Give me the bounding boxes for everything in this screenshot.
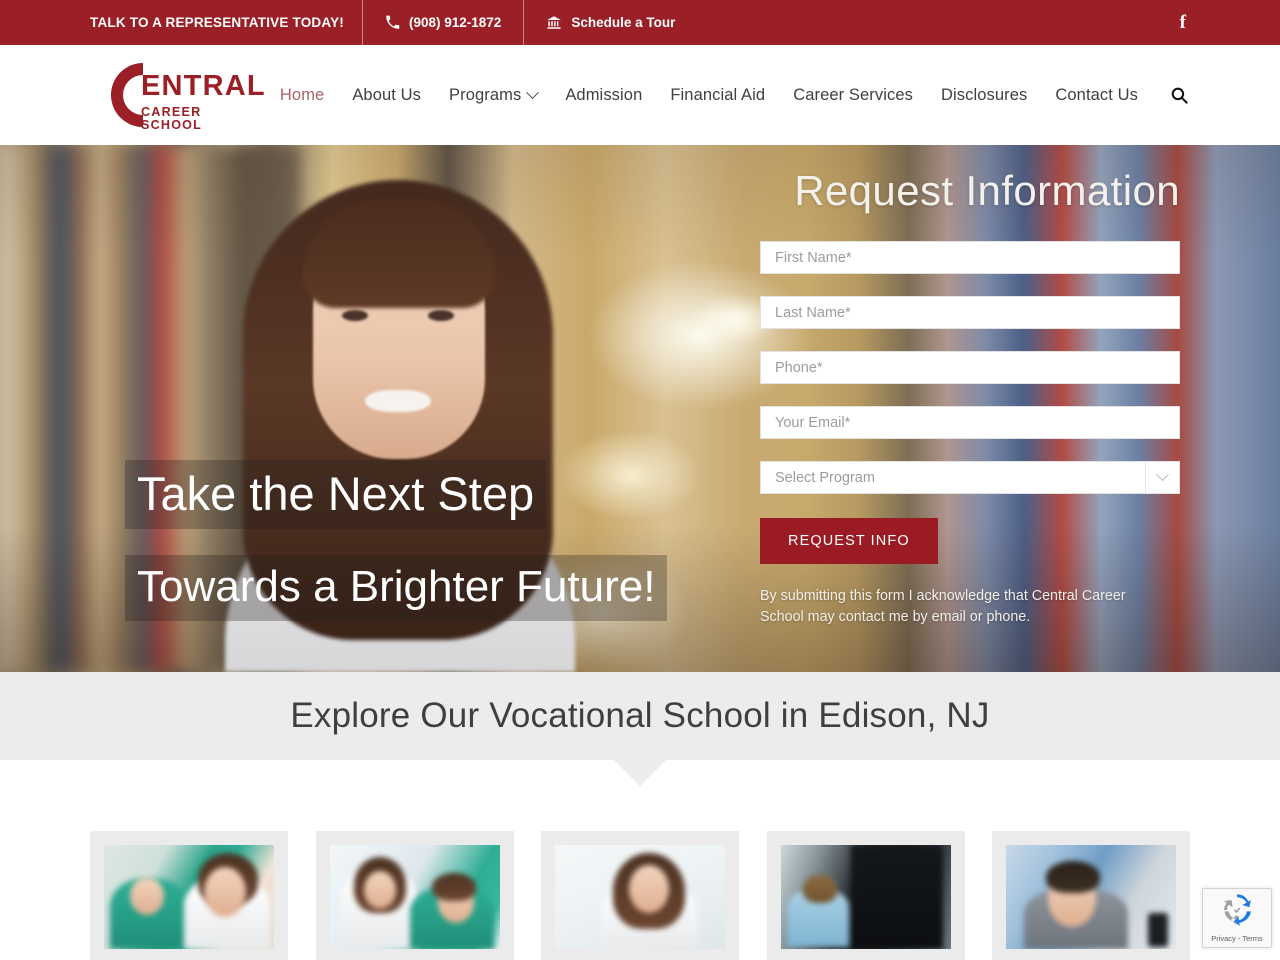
nav-item-contact-us[interactable]: Contact Us bbox=[1041, 86, 1152, 105]
facebook-link[interactable]: f bbox=[1180, 0, 1190, 45]
card-dental-assistant[interactable] bbox=[90, 831, 288, 960]
phone-link[interactable]: (908) 912-1872 bbox=[361, 0, 523, 50]
nav-item-career-services[interactable]: Career Services bbox=[779, 86, 927, 105]
site-logo[interactable]: ENTRAL CAREER SCHOOL bbox=[85, 59, 265, 131]
top-utility-bar: TALK TO A REPRESENTATIVE TODAY! (908) 91… bbox=[0, 0, 1280, 50]
recaptcha-logo-icon bbox=[1220, 893, 1254, 932]
nav-label: Admission bbox=[565, 85, 643, 104]
top-tagline: TALK TO A REPRESENTATIVE TODAY! bbox=[90, 15, 344, 30]
logo-secondary-text: CAREER SCHOOL bbox=[141, 105, 203, 132]
nav-label: Career Services bbox=[793, 85, 913, 104]
request-info-button[interactable]: REQUEST INFO bbox=[760, 518, 938, 564]
card-image bbox=[1006, 845, 1176, 949]
chevron-down-icon bbox=[526, 85, 540, 99]
hero-headline-line-2: Towards a Brighter Future! bbox=[125, 555, 668, 621]
phone-icon bbox=[385, 15, 400, 30]
card-image bbox=[104, 845, 274, 949]
bank-columns-icon bbox=[546, 15, 562, 30]
section-title: Explore Our Vocational School in Edison,… bbox=[290, 696, 990, 735]
hero-headline-line-1: Take the Next Step bbox=[125, 460, 547, 530]
nav-item-about-us[interactable]: About Us bbox=[338, 86, 435, 105]
recaptcha-badge[interactable]: Privacy - Terms bbox=[1202, 888, 1272, 948]
nav-label: Financial Aid bbox=[670, 85, 766, 104]
logo-primary-text: ENTRAL bbox=[141, 70, 266, 102]
nav-label: About Us bbox=[352, 85, 421, 104]
card-medical-assistant[interactable] bbox=[315, 831, 514, 960]
nav-label: Programs bbox=[449, 85, 522, 104]
band-pointer-triangle bbox=[614, 760, 666, 786]
hero-section: Take the Next Step Towards a Brighter Fu… bbox=[0, 145, 1280, 672]
nav-item-financial-aid[interactable]: Financial Aid bbox=[656, 86, 779, 105]
card-image bbox=[329, 845, 500, 949]
card-image bbox=[555, 845, 725, 949]
hero-headline: Take the Next Step Towards a Brighter Fu… bbox=[125, 460, 668, 621]
program-select-wrapper[interactable] bbox=[760, 461, 1180, 494]
card-image bbox=[780, 845, 951, 949]
main-navigation: Home About Us Programs Admission Financi… bbox=[266, 86, 1195, 105]
schedule-tour-link[interactable]: Schedule a Tour bbox=[523, 0, 697, 45]
nav-label: Disclosures bbox=[941, 85, 1028, 104]
form-title: Request Information bbox=[794, 167, 1180, 214]
recaptcha-privacy-terms-label[interactable]: Privacy - Terms bbox=[1211, 934, 1263, 943]
card-medical-office[interactable] bbox=[541, 831, 739, 960]
form-disclaimer: By submitting this form I acknowledge th… bbox=[760, 588, 1126, 625]
request-information-form: Request Information REQUEST INFO By subm… bbox=[760, 167, 1180, 627]
nav-label: Home bbox=[279, 85, 325, 104]
nav-item-disclosures[interactable]: Disclosures bbox=[927, 86, 1041, 105]
nav-label: Contact Us bbox=[1055, 85, 1138, 104]
program-select-input[interactable] bbox=[760, 461, 1145, 494]
nav-item-home[interactable]: Home bbox=[266, 86, 338, 105]
first-name-input[interactable] bbox=[760, 241, 1180, 274]
last-name-input[interactable] bbox=[760, 296, 1180, 329]
section-title-band: Explore Our Vocational School in Edison,… bbox=[0, 672, 1280, 786]
facebook-icon: f bbox=[1179, 12, 1186, 33]
card-it-networking[interactable] bbox=[766, 831, 965, 960]
schedule-tour-label: Schedule a Tour bbox=[571, 15, 676, 30]
search-icon bbox=[1170, 86, 1189, 105]
phone-number: (908) 912-1872 bbox=[408, 15, 502, 30]
site-header: ENTRAL CAREER SCHOOL Home About Us Progr… bbox=[0, 45, 1280, 145]
email-input[interactable] bbox=[760, 406, 1180, 439]
search-button[interactable] bbox=[1152, 86, 1195, 105]
phone-input[interactable] bbox=[760, 351, 1180, 384]
chevron-down-icon[interactable] bbox=[1145, 461, 1180, 494]
card-business[interactable] bbox=[992, 831, 1190, 960]
nav-item-admission[interactable]: Admission bbox=[551, 86, 656, 105]
nav-item-programs[interactable]: Programs bbox=[435, 86, 551, 105]
program-cards-row bbox=[90, 760, 1190, 960]
